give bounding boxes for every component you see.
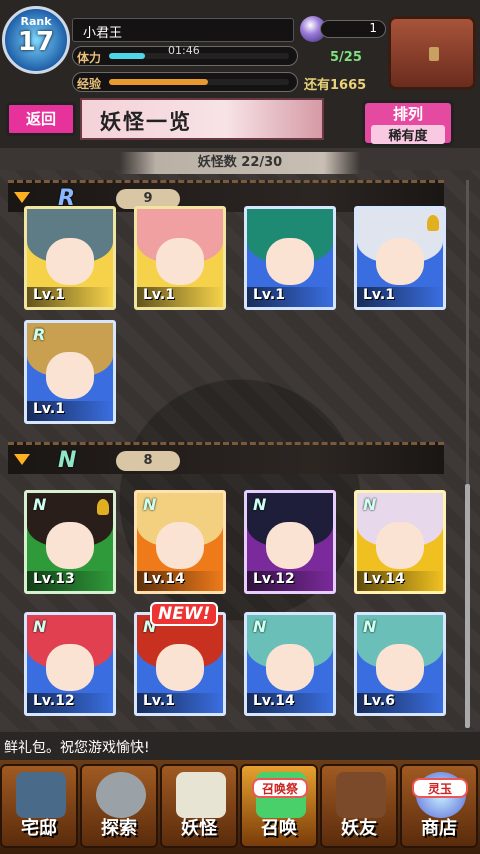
yokai-face xyxy=(375,644,425,692)
rarity-badge: N xyxy=(58,448,77,473)
collapse-arrow-icon[interactable] xyxy=(14,454,30,465)
card-level: Lv.14 xyxy=(357,571,443,591)
yokai-face xyxy=(45,352,95,400)
card-level: Lv.1 xyxy=(27,401,113,421)
yokai-card[interactable]: R Lv.1 xyxy=(24,320,116,424)
yokai-card[interactable]: Lv.1 xyxy=(354,206,446,310)
page-title: 妖怪一览 xyxy=(80,98,324,140)
sort-button[interactable]: 排列 稀有度 xyxy=(362,100,454,146)
yokai-card[interactable]: Lv.1 xyxy=(24,206,116,310)
yokai-card[interactable]: Lv.1 xyxy=(134,206,226,310)
card-rarity: N xyxy=(33,495,47,514)
nav-mansion[interactable]: 宅邸 xyxy=(0,764,78,848)
orb-count: 1 xyxy=(320,20,386,38)
yokai-card[interactable]: N Lv.12 xyxy=(24,612,116,716)
summon-festival-badge: 召唤祭 xyxy=(252,778,308,798)
scrollbar-thumb[interactable] xyxy=(465,484,470,728)
medal-icon xyxy=(427,215,439,231)
nav-explore[interactable]: 探索 xyxy=(80,764,158,848)
nav-label: 妖怪 xyxy=(181,818,217,839)
nav-label: 召唤 xyxy=(261,818,297,839)
yokai-card[interactable]: N Lv.14 xyxy=(244,612,336,716)
card-rarity: R xyxy=(33,325,46,344)
card-level: Lv.12 xyxy=(247,571,333,591)
bottom-nav: 宅邸 探索 妖怪 召唤祭 召唤 妖友 灵玉 商店 xyxy=(0,760,480,854)
card-level: Lv.12 xyxy=(27,693,113,713)
scroll-icon xyxy=(176,772,226,818)
yokai-face xyxy=(155,522,205,570)
player-name: 小君王 xyxy=(72,18,294,42)
yokai-face xyxy=(265,644,315,692)
nav-yokai[interactable]: 妖怪 xyxy=(160,764,238,848)
stamina-timer: 01:46 xyxy=(168,44,200,57)
card-level: Lv.1 xyxy=(27,287,113,307)
yokai-face xyxy=(155,644,205,692)
yokai-card[interactable]: N Lv.13 xyxy=(24,490,116,594)
card-level: Lv.6 xyxy=(357,693,443,713)
yokai-face xyxy=(265,522,315,570)
sort-label: 排列 xyxy=(392,105,423,123)
yokai-card[interactable]: N Lv.6 xyxy=(354,612,446,716)
yokai-face xyxy=(45,644,95,692)
news-ticker: 鲜礼包。祝您游戏愉快! xyxy=(0,732,480,760)
exp-bar: 经验 xyxy=(72,72,298,92)
yokai-face xyxy=(155,238,205,286)
card-rarity: N xyxy=(253,617,267,636)
nav-shop[interactable]: 灵玉 商店 xyxy=(400,764,478,848)
card-rarity: N xyxy=(363,495,377,514)
nav-label: 探索 xyxy=(101,818,137,839)
card-rarity: N xyxy=(33,617,47,636)
exp-fill xyxy=(109,79,208,85)
rank-value: 17 xyxy=(17,27,55,57)
sort-mode: 稀有度 xyxy=(371,125,445,144)
card-level: Lv.1 xyxy=(137,693,223,713)
back-button[interactable]: 返回 xyxy=(6,102,76,136)
yokai-face xyxy=(45,238,95,286)
card-rarity: N xyxy=(363,617,377,636)
yokai-face xyxy=(375,522,425,570)
new-badge: NEW! xyxy=(150,602,219,626)
title-row: 返回 妖怪一览 排列 稀有度 xyxy=(0,96,480,148)
yokai-card[interactable]: N Lv.14 xyxy=(134,490,226,594)
yokai-card[interactable]: Lv.1 xyxy=(244,206,336,310)
stamina-label: 体力 xyxy=(77,51,102,65)
stamina-value: 5/25 xyxy=(330,50,362,65)
magnifier-icon xyxy=(96,772,146,818)
yokai-count: 妖怪数 22/30 xyxy=(120,152,360,174)
rank-badge: Rank 17 xyxy=(2,6,70,74)
card-level: Lv.1 xyxy=(357,287,443,307)
exp-label: 经验 xyxy=(77,77,102,91)
yokai-card[interactable]: N Lv.1 xyxy=(134,612,226,716)
exp-remaining: 还有1665 xyxy=(304,78,367,93)
mansion-icon xyxy=(16,772,66,818)
status-bar: Rank 17 小君王 1 体力 01:46 5/25 经验 还有1665 xyxy=(0,0,480,96)
nav-label: 妖友 xyxy=(341,818,377,839)
yokai-card[interactable]: N Lv.14 xyxy=(354,490,446,594)
card-level: Lv.1 xyxy=(247,287,333,307)
card-level: Lv.14 xyxy=(137,571,223,591)
nav-friends[interactable]: 妖友 xyxy=(320,764,398,848)
card-rarity: N xyxy=(253,495,267,514)
yokai-card[interactable]: N Lv.12 xyxy=(244,490,336,594)
nav-label: 商店 xyxy=(421,818,457,839)
card-level: Lv.1 xyxy=(137,287,223,307)
yokai-face xyxy=(265,238,315,286)
nav-label: 宅邸 xyxy=(21,818,57,839)
yokai-face xyxy=(375,238,425,286)
friend-icon xyxy=(336,772,386,818)
spirit-jade-badge: 灵玉 xyxy=(412,778,468,798)
card-level: Lv.14 xyxy=(247,693,333,713)
card-rarity: N xyxy=(143,495,157,514)
gift-chest-icon[interactable] xyxy=(388,16,476,90)
card-level: Lv.13 xyxy=(27,571,113,591)
nav-summon[interactable]: 召唤祭 召唤 xyxy=(240,764,318,848)
yokai-face xyxy=(45,522,95,570)
medal-icon xyxy=(97,499,109,515)
stamina-fill xyxy=(109,53,145,59)
collapse-arrow-icon[interactable] xyxy=(14,192,30,203)
section-header-n[interactable]: N 8 xyxy=(8,442,444,474)
section-count: 8 xyxy=(116,451,180,471)
